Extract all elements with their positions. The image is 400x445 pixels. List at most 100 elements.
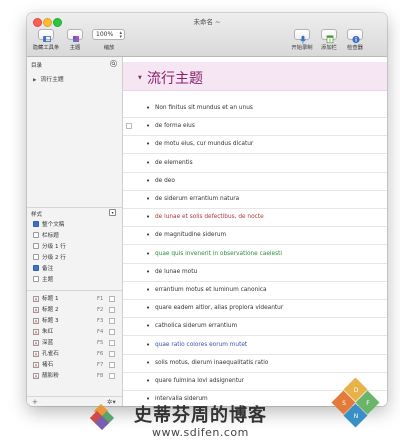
named-style-malachite[interactable]: A 孔雀石 F6 xyxy=(33,350,119,358)
bullet-icon: • xyxy=(146,158,151,167)
style-item-level2[interactable]: 分级 2 行 xyxy=(33,254,66,262)
style-checkbox[interactable] xyxy=(109,307,115,313)
outline-row[interactable]: • de siderum errantium natura xyxy=(123,191,387,209)
outline-row-text[interactable]: errantium motus et luminum canonica xyxy=(155,287,267,293)
outline-row-text[interactable]: de magnitudine siderum xyxy=(155,232,226,238)
style-checkbox[interactable] xyxy=(109,351,115,357)
bullet-icon: • xyxy=(146,231,151,240)
shortcut-key: F7 xyxy=(97,362,104,368)
outline-row-text[interactable]: de motu eius, cur mundus dicatur xyxy=(155,141,253,147)
zoom-label: 缩放 xyxy=(103,45,115,51)
named-style-heading1[interactable]: A 标题 1 F1 xyxy=(33,295,119,303)
style-item-topic[interactable]: 主题 xyxy=(33,276,53,284)
watermark-url: www.sdifen.com xyxy=(152,426,249,439)
outline-row[interactable]: • quae ratio colores eorum mutet xyxy=(123,337,387,355)
outline-header: 目录 xyxy=(31,63,43,69)
outline-row[interactable]: • de motu eius, cur mundus dicatur xyxy=(123,136,387,155)
topic-heading[interactable]: 流行主题 xyxy=(147,68,203,88)
outline-item[interactable]: ▶ 流行主题 xyxy=(33,74,64,83)
disclosure-triangle-icon[interactable]: ▶ xyxy=(33,78,36,83)
styles-header: 样式 xyxy=(31,212,43,218)
style-item-document[interactable]: 整个文稿 xyxy=(33,221,64,229)
outline-row[interactable]: • quare eadem altior, alias propiora vide… xyxy=(123,300,387,319)
bullet-icon: • xyxy=(146,340,151,349)
topic-heading-row[interactable]: ▼ 流行主题 xyxy=(123,62,387,91)
outline-row-text[interactable]: quare fulmina lovi adsignentur xyxy=(155,378,244,384)
outline-row[interactable]: • quae quis invenerit in observatione cae… xyxy=(123,246,387,264)
bullet-icon: • xyxy=(146,358,151,367)
named-style-ochre[interactable]: A 褚石 F7 xyxy=(33,361,119,369)
bullet-icon: • xyxy=(146,213,151,222)
named-style-pink[interactable]: A 靓影粉 F8 xyxy=(33,372,119,380)
hide-toolbox-button[interactable] xyxy=(38,29,54,42)
outline-row[interactable]: • de magnitudine siderum xyxy=(123,227,387,246)
shortcut-key: F3 xyxy=(97,318,104,324)
outline-row-text[interactable]: de siderum errantium natura xyxy=(155,196,239,202)
named-style-vermilion[interactable]: A 朱红 F4 xyxy=(33,328,119,336)
record-button[interactable] xyxy=(294,29,310,44)
style-checkbox[interactable] xyxy=(109,340,115,346)
app-window: 未命名 ~ 隐藏工具条 主题 100% ▴ ▾ 缩放 开始录制 添加栏 检查器 … xyxy=(27,13,387,406)
style-checkbox[interactable] xyxy=(109,362,115,368)
bullet-icon: • xyxy=(146,377,151,385)
window-title: 未命名 ~ xyxy=(193,18,221,26)
style-checkbox[interactable] xyxy=(109,318,115,324)
outline-row-text[interactable]: de forma eius xyxy=(155,123,195,129)
outline-row-text[interactable]: quare eadem altior, alias propiora videa… xyxy=(155,305,283,311)
zoom-select[interactable]: 100% ▴ ▾ xyxy=(92,29,125,40)
style-swatch-icon xyxy=(33,243,39,249)
row-checkbox[interactable] xyxy=(126,123,132,130)
style-checkbox[interactable] xyxy=(109,296,115,302)
style-item-notes[interactable]: 备注 xyxy=(33,265,53,273)
style-a-icon: A xyxy=(33,351,39,357)
named-style-navy[interactable]: A 深蓝 F5 xyxy=(33,339,119,347)
named-style-heading3[interactable]: A 标题 3 F3 xyxy=(33,317,119,325)
outline-row[interactable]: • Non finitus sit mundus et an unus xyxy=(123,100,387,118)
outline-row-text[interactable]: quae quis invenerit in observatione cael… xyxy=(155,251,282,257)
outline-row[interactable]: • de deo xyxy=(123,173,387,191)
inspector-button[interactable] xyxy=(347,29,363,44)
shortcut-key: F8 xyxy=(97,373,104,379)
svg-text:N: N xyxy=(354,413,359,420)
styles-dropdown-button[interactable]: ▾ xyxy=(109,209,116,216)
svg-text:D: D xyxy=(354,387,359,394)
themes-label: 主题 xyxy=(69,45,81,51)
outline-row-text[interactable]: de elementis xyxy=(155,160,193,166)
bullet-icon: • xyxy=(146,140,151,149)
style-checkbox[interactable] xyxy=(109,329,115,335)
named-style-heading2[interactable]: A 标题 2 F2 xyxy=(33,306,119,314)
add-icon[interactable]: + xyxy=(32,398,38,406)
themes-button[interactable] xyxy=(67,29,83,42)
outline-row[interactable]: • catholica siderum errantium xyxy=(123,318,387,337)
outline-row[interactable]: • de elementis xyxy=(123,155,387,173)
outline-row-text[interactable]: Non finitus sit mundus et an unus xyxy=(155,105,253,111)
sidebar: 目录 ▶ 流行主题 样式 ▾ 整个文稿 栏标题 分级 1 行 分级 2 行 备注 … xyxy=(27,57,123,406)
style-swatch-icon xyxy=(33,254,39,260)
outline-row[interactable]: • de lunae et solis defectibus, de nocte xyxy=(123,209,387,228)
outline-row-text[interactable]: de lunae motu xyxy=(155,269,197,275)
outline-row-text[interactable]: de lunae et solis defectibus, de nocte xyxy=(155,214,264,220)
outline-row-text[interactable]: catholica siderum errantium xyxy=(155,323,237,329)
bullet-icon: • xyxy=(146,286,151,294)
style-item-level1[interactable]: 分级 1 行 xyxy=(33,243,66,251)
outline-row-text[interactable]: quae ratio colores eorum mutet xyxy=(155,342,247,348)
record-label: 开始录制 xyxy=(291,45,313,51)
style-checkbox[interactable] xyxy=(109,373,115,379)
shortcut-key: F1 xyxy=(97,296,104,302)
outline-row-text[interactable]: de deo xyxy=(155,178,175,184)
disclosure-triangle-icon[interactable]: ▼ xyxy=(138,75,142,81)
divider xyxy=(27,290,122,291)
style-item-column-title[interactable]: 栏标题 xyxy=(33,232,59,240)
outline-row[interactable]: • solis motus, dierum inaequalitatis rati… xyxy=(123,355,387,373)
style-a-icon: A xyxy=(33,307,39,313)
inspector-label: 检查器 xyxy=(347,45,363,51)
outline-row-text[interactable]: solis motus, dierum inaequalitatis ratio xyxy=(155,360,268,366)
style-a-icon: A xyxy=(33,318,39,324)
add-column-button[interactable] xyxy=(321,29,337,44)
style-a-icon: A xyxy=(33,296,39,302)
outline-row[interactable]: • de forma eius xyxy=(123,118,387,137)
search-icon[interactable] xyxy=(110,60,117,67)
outline-row[interactable]: • errantium motus et luminum canonica xyxy=(123,282,387,300)
outline-row[interactable]: • de lunae motu xyxy=(123,264,387,282)
svg-text:F: F xyxy=(366,400,370,407)
